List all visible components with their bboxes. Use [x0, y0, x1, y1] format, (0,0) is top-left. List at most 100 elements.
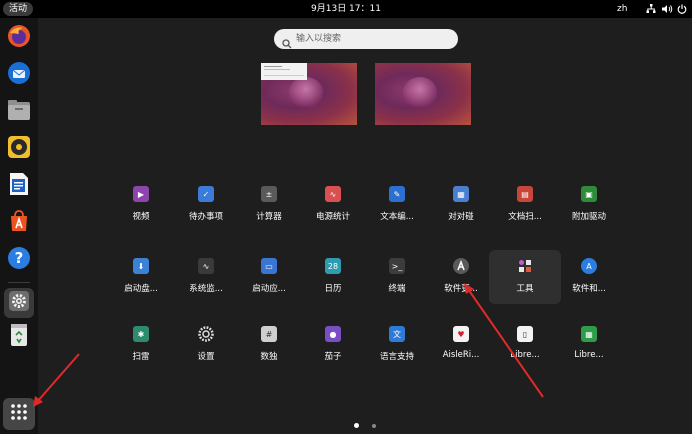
search-icon	[282, 34, 292, 53]
settings-icon	[198, 326, 214, 342]
app-tile[interactable]: ▣ 附加驱动	[553, 178, 625, 232]
app-label: Libre...	[574, 350, 604, 360]
app-tile[interactable]: ● 茄子	[297, 318, 369, 372]
network-icon[interactable]	[645, 3, 657, 15]
calculator-icon: ±	[261, 186, 277, 202]
utilities-folder-icon	[517, 258, 533, 274]
firefox-icon	[7, 24, 31, 52]
app-label: 启动盘...	[124, 284, 158, 294]
app-tile[interactable]: 文语言支持	[361, 318, 433, 372]
calendar-icon: 28	[325, 258, 341, 274]
workspace-thumbnail-2[interactable]	[375, 63, 471, 125]
document-scanner-icon: ▤	[517, 186, 533, 202]
app-label: 启动应...	[252, 284, 286, 294]
app-label: 茄子	[324, 352, 342, 362]
app-label: AisleRi...	[442, 350, 480, 360]
thunderbird-icon	[7, 61, 31, 89]
aisleriot-icon: ♥	[453, 326, 469, 342]
annotation-arrow-dock	[36, 353, 80, 403]
terminal-icon: >_	[389, 258, 405, 274]
app-tile[interactable]: ▦ Libre...	[553, 318, 625, 372]
search-input[interactable]: 输入以搜索	[274, 29, 458, 49]
text-editor-icon: ✎	[389, 186, 405, 202]
dock: ?	[0, 18, 38, 434]
system-monitor-icon: ∿	[198, 258, 214, 274]
app-tile[interactable]: ✱ 扫雷	[105, 318, 177, 372]
app-label: 软件更...	[444, 284, 478, 294]
top-bar: 活动 9月13日 17：11 zh	[0, 0, 692, 18]
search-placeholder: 输入以搜索	[296, 34, 342, 44]
app-label: 软件和...	[572, 284, 606, 294]
app-label: 设置	[197, 352, 215, 362]
app-tile[interactable]: ✎ 文本编...	[361, 178, 433, 232]
app-label: 文档扫...	[508, 212, 542, 222]
app-tile[interactable]: >_ 终端	[361, 250, 433, 304]
app-label: 语言支持	[379, 352, 414, 362]
trash-icon	[9, 323, 29, 351]
app-label: 扫雷	[132, 352, 150, 362]
app-tile[interactable]: ∿ 电源统计	[297, 178, 369, 232]
app-tile[interactable]: 设置	[170, 318, 242, 372]
dock-item-software-store[interactable]	[4, 208, 34, 238]
software-updater-icon	[453, 258, 469, 274]
help-icon: ?	[7, 246, 31, 274]
settings-icon	[8, 290, 30, 316]
software-and-updates-icon: A	[581, 258, 597, 274]
app-tile[interactable]: ▭ 启动应...	[233, 250, 305, 304]
volume-icon[interactable]	[661, 3, 673, 15]
writer-icon	[8, 172, 30, 200]
app-label: 计算器	[256, 212, 282, 222]
dock-item-writer[interactable]	[4, 171, 34, 201]
dock-item-thunderbird[interactable]	[4, 60, 34, 90]
app-tile[interactable]: ▤ 文档扫...	[489, 178, 561, 232]
app-label: 工具	[516, 284, 534, 294]
dock-item-files[interactable]	[4, 97, 34, 127]
app-tile[interactable]: 工具	[489, 250, 561, 304]
startup-disk-icon: ⬇	[133, 258, 149, 274]
dock-item-help[interactable]: ?	[4, 245, 34, 275]
app-tile[interactable]: ♥ AisleRi...	[425, 318, 497, 372]
dock-item-firefox[interactable]	[4, 23, 34, 53]
app-label: 待办事项	[188, 212, 223, 222]
app-tile[interactable]: ⬇ 启动盘...	[105, 250, 177, 304]
app-label: 对对碰	[448, 212, 474, 222]
rhythmbox-icon	[7, 135, 31, 163]
app-label: 视频	[132, 212, 150, 222]
page-dot-active[interactable]	[354, 423, 359, 428]
app-label: 附加驱动	[571, 212, 606, 222]
videos-icon: ▶	[133, 186, 149, 202]
app-label: 系统监...	[189, 284, 223, 294]
app-tile[interactable]: ▦ 对对碰	[425, 178, 497, 232]
mines-icon: ✱	[133, 326, 149, 342]
todo-icon: ✓	[198, 186, 214, 202]
svg-text:?: ?	[15, 249, 24, 267]
show-applications-button[interactable]	[3, 398, 35, 430]
app-tile[interactable]: ▶ 视频	[105, 178, 177, 232]
app-tile[interactable]: ∿ 系统监...	[170, 250, 242, 304]
app-label: 电源统计	[315, 212, 350, 222]
app-tile[interactable]: A 软件和...	[553, 250, 625, 304]
app-tile[interactable]: # 数独	[233, 318, 305, 372]
page-dot[interactable]	[372, 424, 376, 428]
cheese-icon: ●	[325, 326, 341, 342]
app-tile[interactable]: ▯ Libre...	[489, 318, 561, 372]
language-support-icon: 文	[389, 326, 405, 342]
window-thumbnail[interactable]	[261, 63, 307, 80]
workspace-thumbnail-1[interactable]	[261, 63, 357, 125]
app-label: 文本编...	[380, 212, 414, 222]
dock-item-rhythmbox[interactable]	[4, 134, 34, 164]
sudoku-icon: #	[261, 326, 277, 342]
app-tile[interactable]: 软件更...	[425, 250, 497, 304]
app-tile[interactable]: ✓ 待办事项	[170, 178, 242, 232]
app-label: 日历	[324, 284, 342, 294]
dock-item-trash[interactable]	[4, 322, 34, 352]
dock-item-settings[interactable]	[4, 288, 34, 318]
clock[interactable]: 9月13日 17：11	[0, 0, 692, 18]
app-tile[interactable]: ± 计算器	[233, 178, 305, 232]
input-method-indicator[interactable]: zh	[617, 0, 627, 18]
tali-icon: ▦	[453, 186, 469, 202]
power-icon[interactable]	[676, 3, 688, 15]
app-label: 数独	[260, 352, 278, 362]
software-store-icon	[7, 209, 31, 237]
app-tile[interactable]: 28 日历	[297, 250, 369, 304]
